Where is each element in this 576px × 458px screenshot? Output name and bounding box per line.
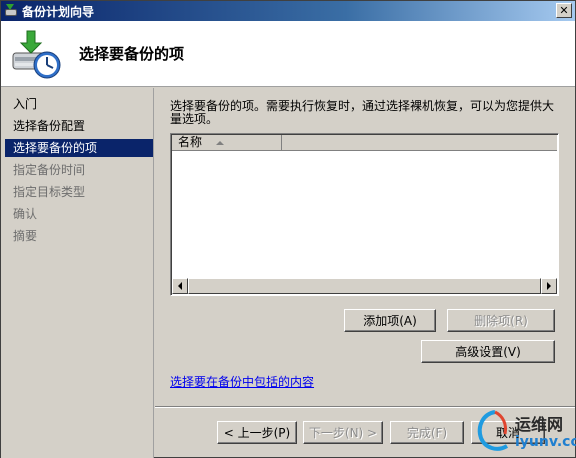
backup-clock-icon <box>12 30 61 79</box>
finish-button: 完成(F) <box>390 421 464 444</box>
list-column-header: 名称 <box>172 134 557 151</box>
scroll-right-button[interactable] <box>541 278 557 294</box>
nav-step-select-items[interactable]: 选择要备份的项 <box>5 139 153 157</box>
scroll-thumb[interactable] <box>188 278 541 294</box>
watermark-logo-icon <box>477 410 509 451</box>
site-watermark: 运维网 iyunv.com <box>471 406 576 456</box>
backup-wizard-icon <box>4 4 18 18</box>
backup-wizard-window: 备份计划向导 ✕ 选择要备份的项 入门 选择备份配置 选择要备份的项 指定备份时… <box>0 0 576 458</box>
watermark-text-domain: iyunv.com <box>515 434 576 450</box>
nav-step-summary: 摘要 <box>13 229 38 243</box>
help-link-what-to-include[interactable]: 选择要在备份中包括的内容 <box>170 373 314 390</box>
wizard-steps-nav: 入门 选择备份配置 选择要备份的项 指定备份时间 指定目标类型 确认 摘要 <box>1 88 154 458</box>
nav-step-backup-config[interactable]: 选择备份配置 <box>13 117 85 135</box>
next-button: 下一步(N) > <box>303 421 383 444</box>
arrow-right-icon <box>547 282 551 290</box>
nav-step-destination-type: 指定目标类型 <box>13 185 86 199</box>
page-title: 选择要备份的项 <box>79 45 185 63</box>
intro-text: 选择要备份的项。需要执行恢复时，通过选择裸机恢复，可以为您提供大量选项。 <box>170 99 555 126</box>
column-name-label: 名称 <box>178 135 203 149</box>
scroll-left-button[interactable] <box>172 278 188 294</box>
nav-step-backup-time: 指定备份时间 <box>13 163 86 177</box>
arrow-left-icon <box>178 282 182 290</box>
horizontal-scrollbar[interactable] <box>172 278 557 294</box>
nav-step-confirm: 确认 <box>13 207 38 221</box>
add-items-button[interactable]: 添加项(A) <box>344 309 436 332</box>
title-bar[interactable]: 备份计划向导 ✕ <box>1 1 575 21</box>
nav-step-getting-started[interactable]: 入门 <box>13 95 37 113</box>
column-header-name[interactable]: 名称 <box>172 134 282 151</box>
close-button[interactable]: ✕ <box>556 3 572 18</box>
advanced-settings-button[interactable]: 高级设置(V) <box>421 340 555 363</box>
wizard-header: 选择要备份的项 <box>1 21 575 87</box>
remove-items-button: 删除项(R) <box>447 309 555 332</box>
back-button[interactable]: < 上一步(P) <box>217 421 297 444</box>
window-title: 备份计划向导 <box>22 4 95 19</box>
items-listbox[interactable]: 名称 <box>170 133 559 296</box>
sort-ascending-icon <box>216 140 225 145</box>
watermark-text-cn: 运维网 <box>515 415 564 434</box>
